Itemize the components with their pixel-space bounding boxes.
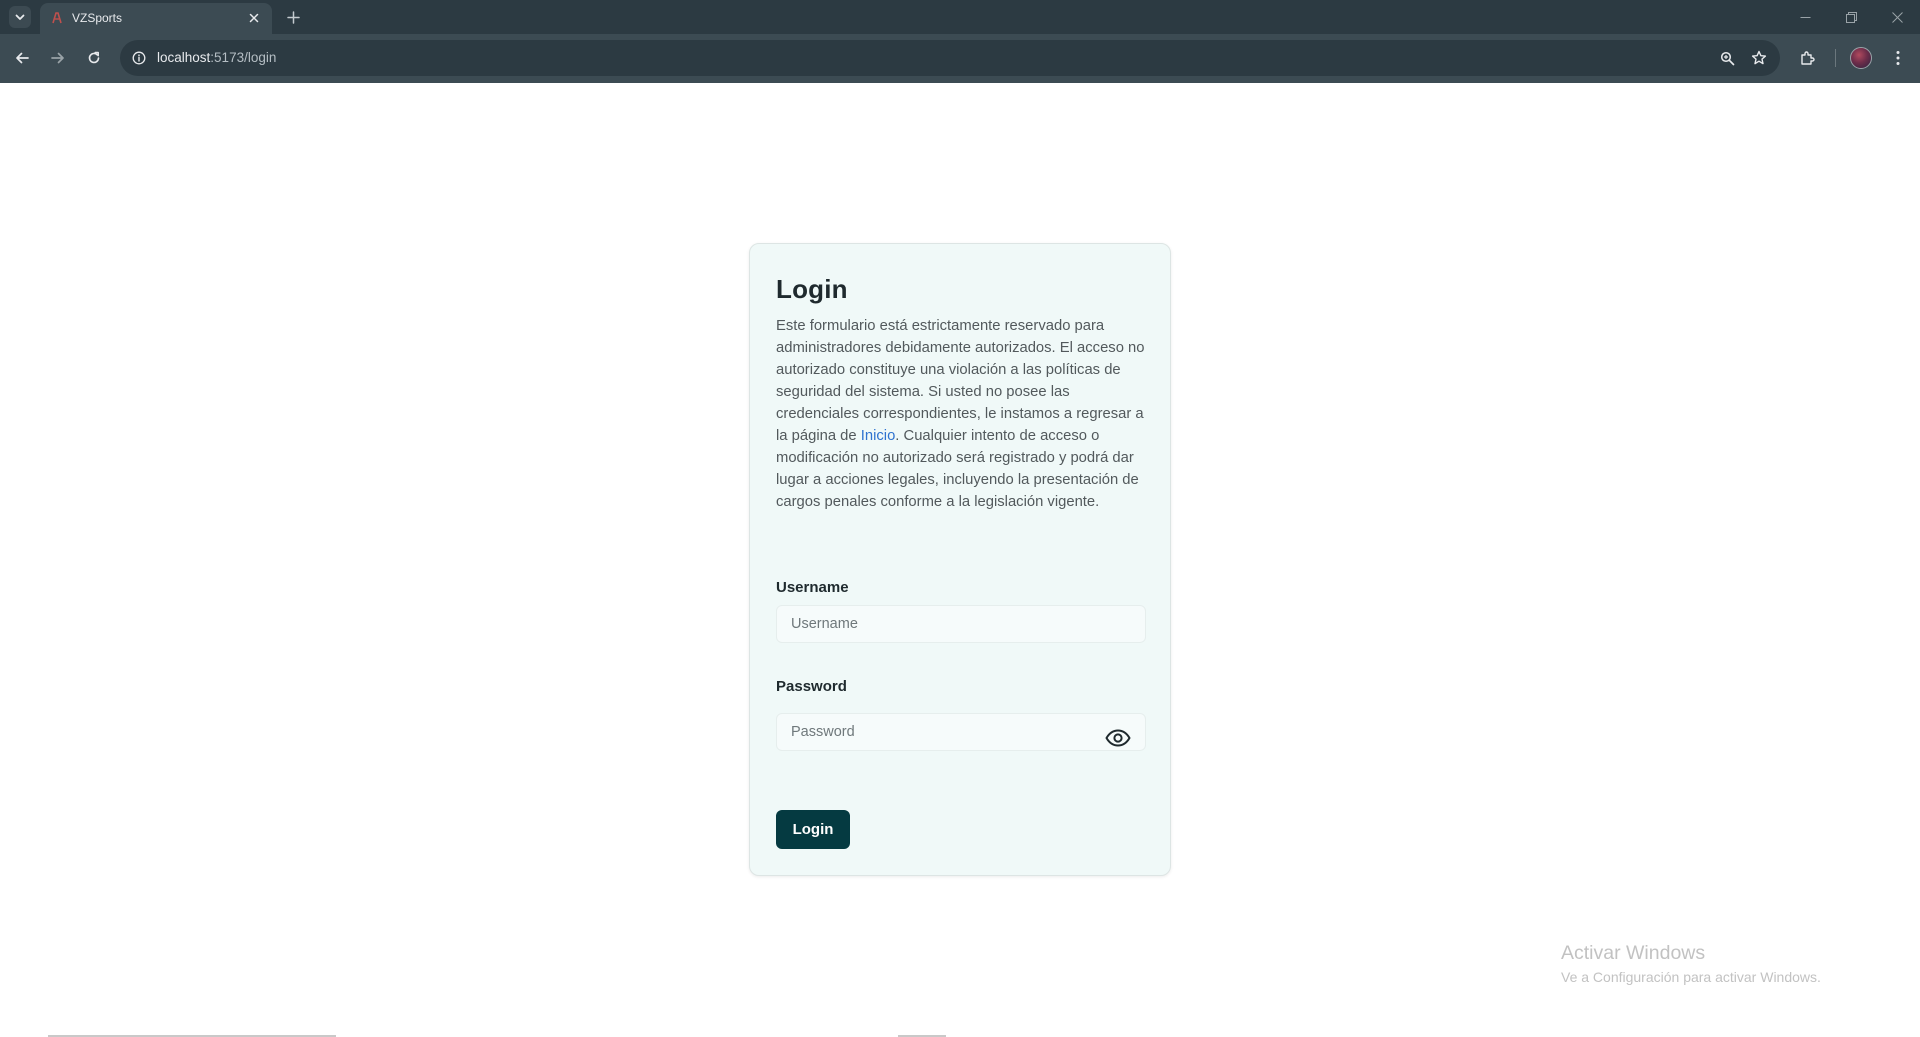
vzsports-favicon	[52, 12, 62, 24]
minimize-button[interactable]	[1782, 0, 1828, 34]
back-button[interactable]	[8, 44, 36, 72]
windows-activation-title: Activar Windows	[1561, 942, 1706, 964]
forward-button[interactable]	[44, 44, 72, 72]
extensions-button[interactable]	[1796, 46, 1820, 70]
browser-toolbar: localhost:5173/login	[0, 34, 1920, 83]
tab-search-button[interactable]	[9, 6, 31, 28]
address-bar[interactable]: localhost:5173/login	[120, 40, 1780, 76]
password-input[interactable]	[776, 713, 1146, 751]
password-label: Password	[776, 678, 847, 695]
zoom-button[interactable]	[1716, 47, 1738, 69]
login-title: Login	[776, 274, 848, 304]
profile-avatar[interactable]	[1850, 47, 1872, 69]
reload-icon	[88, 51, 100, 64]
browser-menu-button[interactable]	[1886, 46, 1910, 70]
zoom-icon	[1720, 51, 1734, 65]
description-text-start: Este formulario está estrictamente reser…	[776, 318, 1145, 444]
star-icon	[1751, 50, 1767, 65]
url-path: :5173/login	[210, 50, 277, 65]
windows-activation-subtitle: Ve a Configuración para activar Windows.	[1561, 969, 1821, 985]
puzzle-icon	[1801, 51, 1815, 65]
minimize-icon	[1800, 16, 1810, 18]
close-icon	[249, 13, 259, 23]
login-description: Este formulario está estrictamente reser…	[776, 315, 1146, 513]
arrow-right-icon	[51, 52, 64, 64]
login-card: Login Este formulario está estrictamente…	[749, 243, 1171, 876]
site-info-button[interactable]	[128, 47, 150, 69]
restore-button[interactable]	[1828, 0, 1874, 34]
page-content: Login Este formulario está estrictamente…	[0, 83, 1920, 1037]
bookmark-button[interactable]	[1748, 47, 1770, 69]
password-visibility-toggle[interactable]	[1104, 724, 1132, 752]
restore-icon	[1845, 11, 1857, 23]
chevron-down-icon	[15, 14, 25, 20]
username-input[interactable]	[776, 605, 1146, 643]
close-icon	[1891, 11, 1903, 23]
tab-close-button[interactable]	[244, 8, 264, 28]
new-tab-button[interactable]	[281, 5, 305, 29]
close-window-button[interactable]	[1874, 0, 1920, 34]
arrow-left-icon	[16, 52, 29, 64]
kebab-menu-icon	[1896, 51, 1900, 65]
url-host: localhost	[157, 50, 211, 65]
username-label: Username	[776, 579, 849, 596]
tab-title: VZSports	[72, 11, 123, 25]
reload-button[interactable]	[80, 44, 108, 72]
home-link[interactable]: Inicio	[861, 428, 896, 444]
info-icon	[132, 51, 146, 65]
eye-icon	[1105, 729, 1131, 747]
url-text: localhost:5173/login	[157, 50, 276, 65]
plus-icon	[286, 10, 300, 24]
browser-tab-active[interactable]: VZSports	[40, 3, 272, 34]
login-submit-button[interactable]: Login	[776, 810, 850, 849]
browser-tabstrip: VZSports	[0, 0, 1920, 34]
toolbar-separator	[1835, 49, 1836, 67]
